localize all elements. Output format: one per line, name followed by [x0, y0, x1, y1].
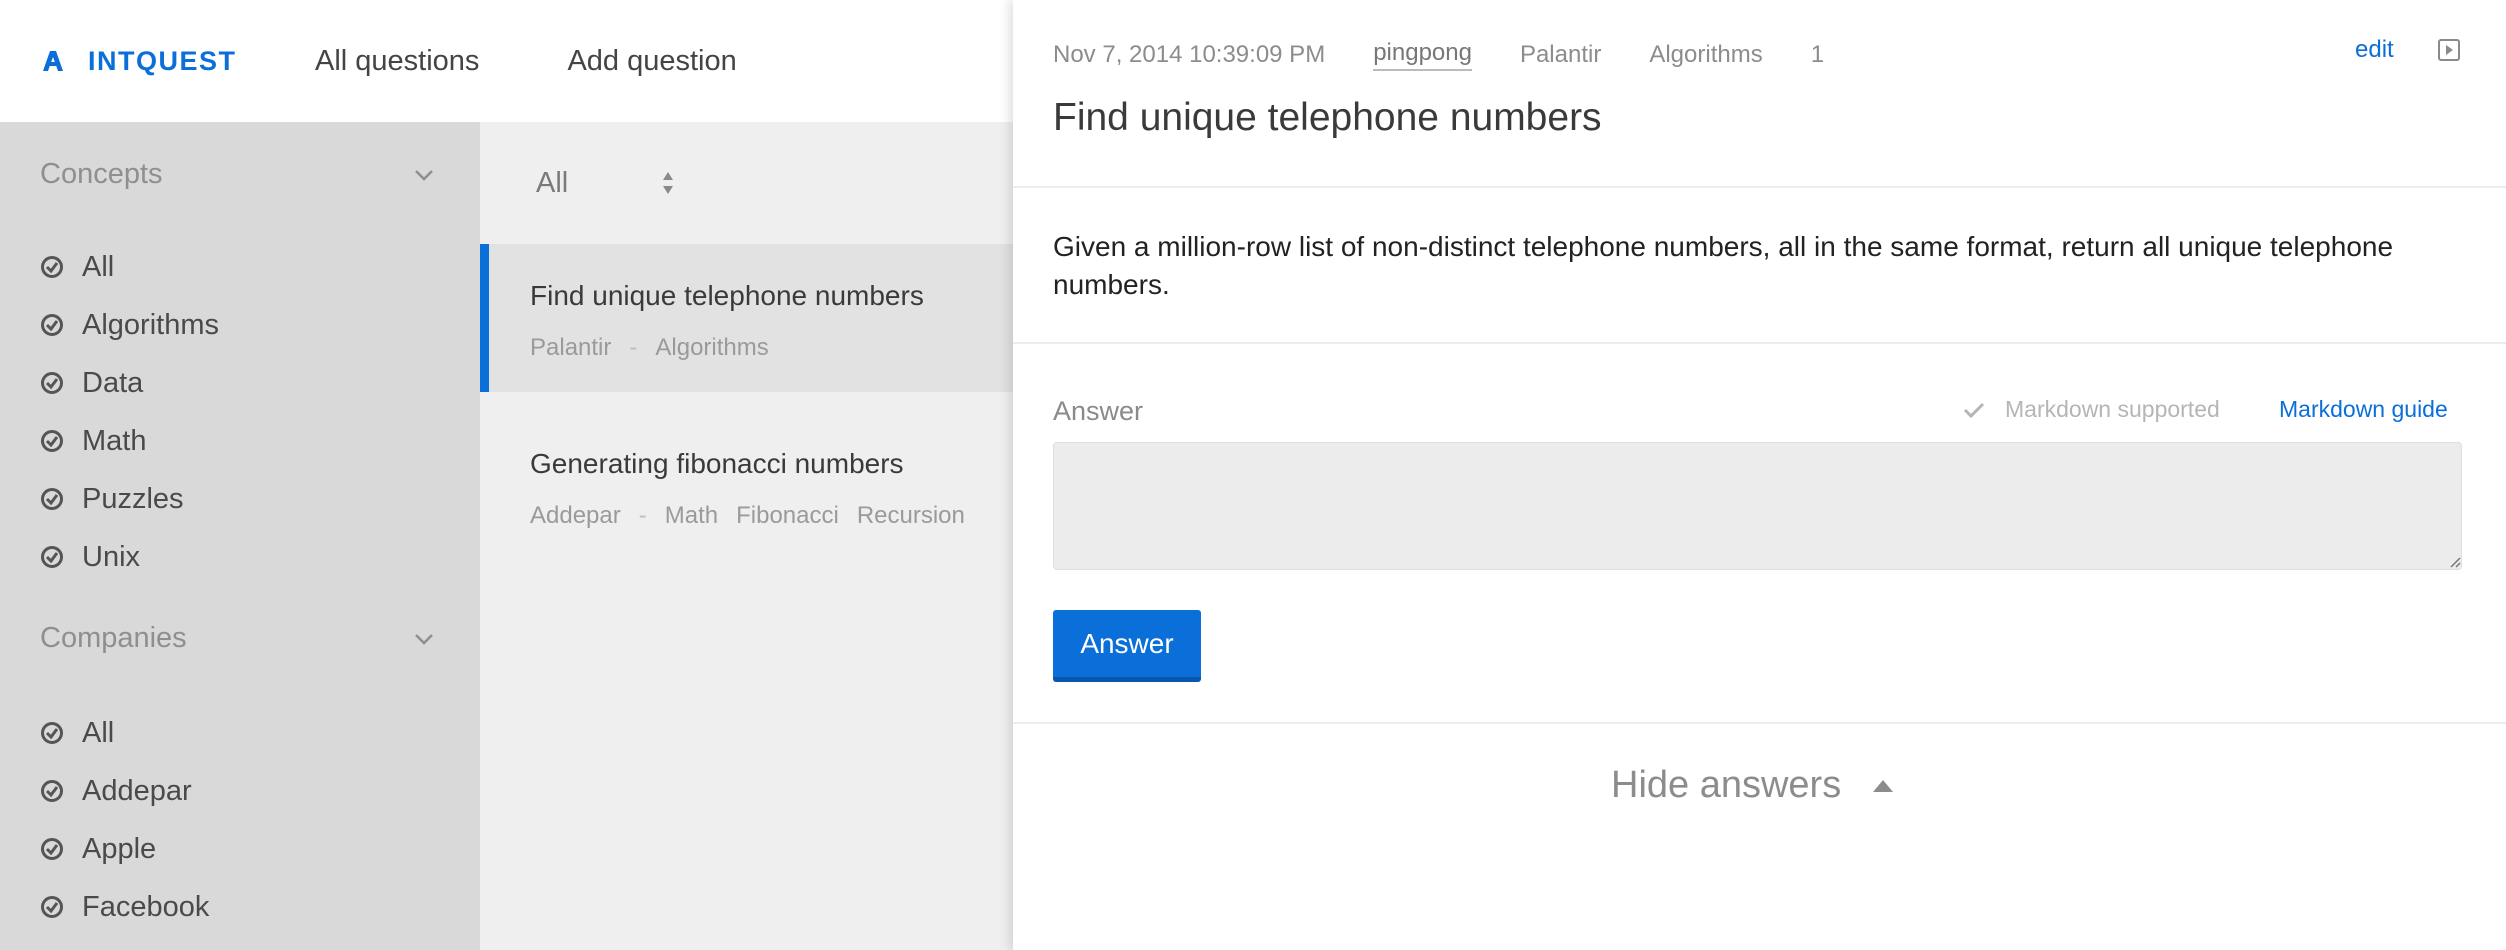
question-item[interactable]: Generating fibonacci numbers Addepar - M…: [480, 412, 1013, 560]
nav-add-question[interactable]: Add question: [567, 45, 736, 78]
markdown-guide-link[interactable]: Markdown guide: [2279, 396, 2448, 423]
check-circle-icon: [41, 372, 63, 394]
markdown-supported-text: Markdown supported: [2005, 396, 2220, 422]
check-circle-icon: [41, 430, 63, 452]
markdown-supported-note: Markdown supported: [1963, 396, 2220, 423]
answer-label: Answer: [1053, 396, 1144, 426]
company-label: Facebook: [82, 890, 210, 923]
company-item-addepar[interactable]: Addepar: [40, 762, 209, 820]
concept-label: Data: [82, 366, 144, 399]
concept-label: Unix: [82, 540, 141, 573]
sort-updown-icon: [663, 172, 673, 194]
resize-grip-icon[interactable]: [2449, 556, 2461, 568]
divider: [1013, 722, 2506, 724]
question-count: 1: [1810, 41, 1825, 68]
company-item-all[interactable]: All: [40, 704, 209, 762]
concept-item-algorithms[interactable]: Algorithms: [40, 296, 219, 354]
question-title: Find unique telephone numbers: [1053, 96, 1602, 139]
hide-answers-label: Hide answers: [1611, 764, 1842, 806]
filter-select[interactable]: All: [536, 158, 676, 208]
concept-label: Puzzles: [82, 482, 184, 515]
brand-name: INTQUEST: [88, 45, 237, 76]
companies-list: All Addepar Apple Facebook: [40, 704, 209, 936]
company-label: All: [82, 716, 115, 749]
chevron-down-icon: [415, 169, 433, 181]
brand[interactable]: INTQUEST: [40, 46, 315, 77]
company-item-facebook[interactable]: Facebook: [40, 878, 209, 936]
question-item-meta: Palantir - Algorithms: [530, 334, 787, 362]
meta-separator: -: [638, 502, 647, 529]
question-item-tag: Fibonacci: [736, 502, 839, 529]
question-meta-row: Nov 7, 2014 10:39:09 PM pingpong Palanti…: [1053, 38, 1824, 72]
check-circle-icon: [41, 896, 63, 918]
concept-label: Math: [82, 424, 147, 457]
question-author-link[interactable]: pingpong: [1373, 39, 1472, 71]
hide-answers-toggle[interactable]: Hide answers: [1611, 764, 1895, 807]
filter-value: All: [536, 166, 569, 199]
question-item-tag: Math: [664, 502, 719, 529]
check-circle-icon: [41, 780, 63, 802]
question-detail-panel: Nov 7, 2014 10:39:09 PM pingpong Palanti…: [1013, 0, 2506, 950]
chevron-down-icon: [415, 633, 433, 645]
edit-link[interactable]: edit: [2355, 36, 2394, 64]
answer-textarea[interactable]: [1053, 442, 2462, 570]
concepts-header[interactable]: Concepts: [40, 158, 440, 191]
question-list: All Find unique telephone numbers Palant…: [480, 122, 1013, 950]
answer-button[interactable]: Answer: [1053, 610, 1201, 682]
concept-label: Algorithms: [82, 308, 219, 341]
check-circle-icon: [41, 546, 63, 568]
question-category: Algorithms: [1649, 41, 1763, 68]
question-item-title: Find unique telephone numbers: [530, 280, 924, 311]
question-item-company: Palantir: [530, 334, 612, 361]
top-nav: INTQUEST All questions Add question: [0, 0, 1013, 122]
question-date: Nov 7, 2014 10:39:09 PM: [1053, 41, 1326, 68]
concepts-list: All Algorithms Data Math Puzzles Unix: [40, 238, 219, 586]
question-item-tag: Recursion: [856, 502, 965, 529]
company-label: Addepar: [82, 774, 192, 807]
question-item-active[interactable]: Find unique telephone numbers Palantir -…: [480, 244, 1013, 392]
company-label: Apple: [82, 832, 157, 865]
caret-up-icon: [1873, 779, 1894, 792]
concept-item-unix[interactable]: Unix: [40, 528, 219, 586]
check-circle-icon: [41, 722, 63, 744]
question-item-title: Generating fibonacci numbers: [530, 448, 904, 479]
play-box-icon[interactable]: [2437, 38, 2461, 62]
question-item-tag: Algorithms: [655, 334, 769, 361]
divider: [1013, 186, 2506, 188]
company-item-apple[interactable]: Apple: [40, 820, 209, 878]
divider: [1013, 342, 2506, 344]
question-item-company: Addepar: [530, 502, 621, 529]
companies-header[interactable]: Companies: [40, 622, 440, 655]
question-company: Palantir: [1519, 41, 1602, 68]
intquest-logo-icon: [43, 51, 63, 71]
check-circle-icon: [41, 838, 63, 860]
concept-item-all[interactable]: All: [40, 238, 219, 296]
concept-item-puzzles[interactable]: Puzzles: [40, 470, 219, 528]
meta-separator: -: [629, 334, 638, 361]
check-circle-icon: [41, 256, 63, 278]
concept-label: All: [82, 250, 115, 283]
concept-item-data[interactable]: Data: [40, 354, 219, 412]
question-body: Given a million-row list of non-distinct…: [1053, 231, 2394, 300]
question-item-meta: Addepar - Math Fibonacci Recursion: [530, 502, 983, 530]
checkmark-icon: [1963, 402, 1985, 418]
check-circle-icon: [41, 314, 63, 336]
app-root: INTQUEST All questions Add question Conc…: [0, 0, 2506, 950]
sidebar: Concepts All Algorithms Data Math Puzzle…: [0, 122, 480, 950]
companies-title: Companies: [40, 622, 187, 654]
concept-item-math[interactable]: Math: [40, 412, 219, 470]
concepts-title: Concepts: [40, 158, 163, 190]
check-circle-icon: [41, 488, 63, 510]
nav-all-questions[interactable]: All questions: [315, 45, 479, 78]
